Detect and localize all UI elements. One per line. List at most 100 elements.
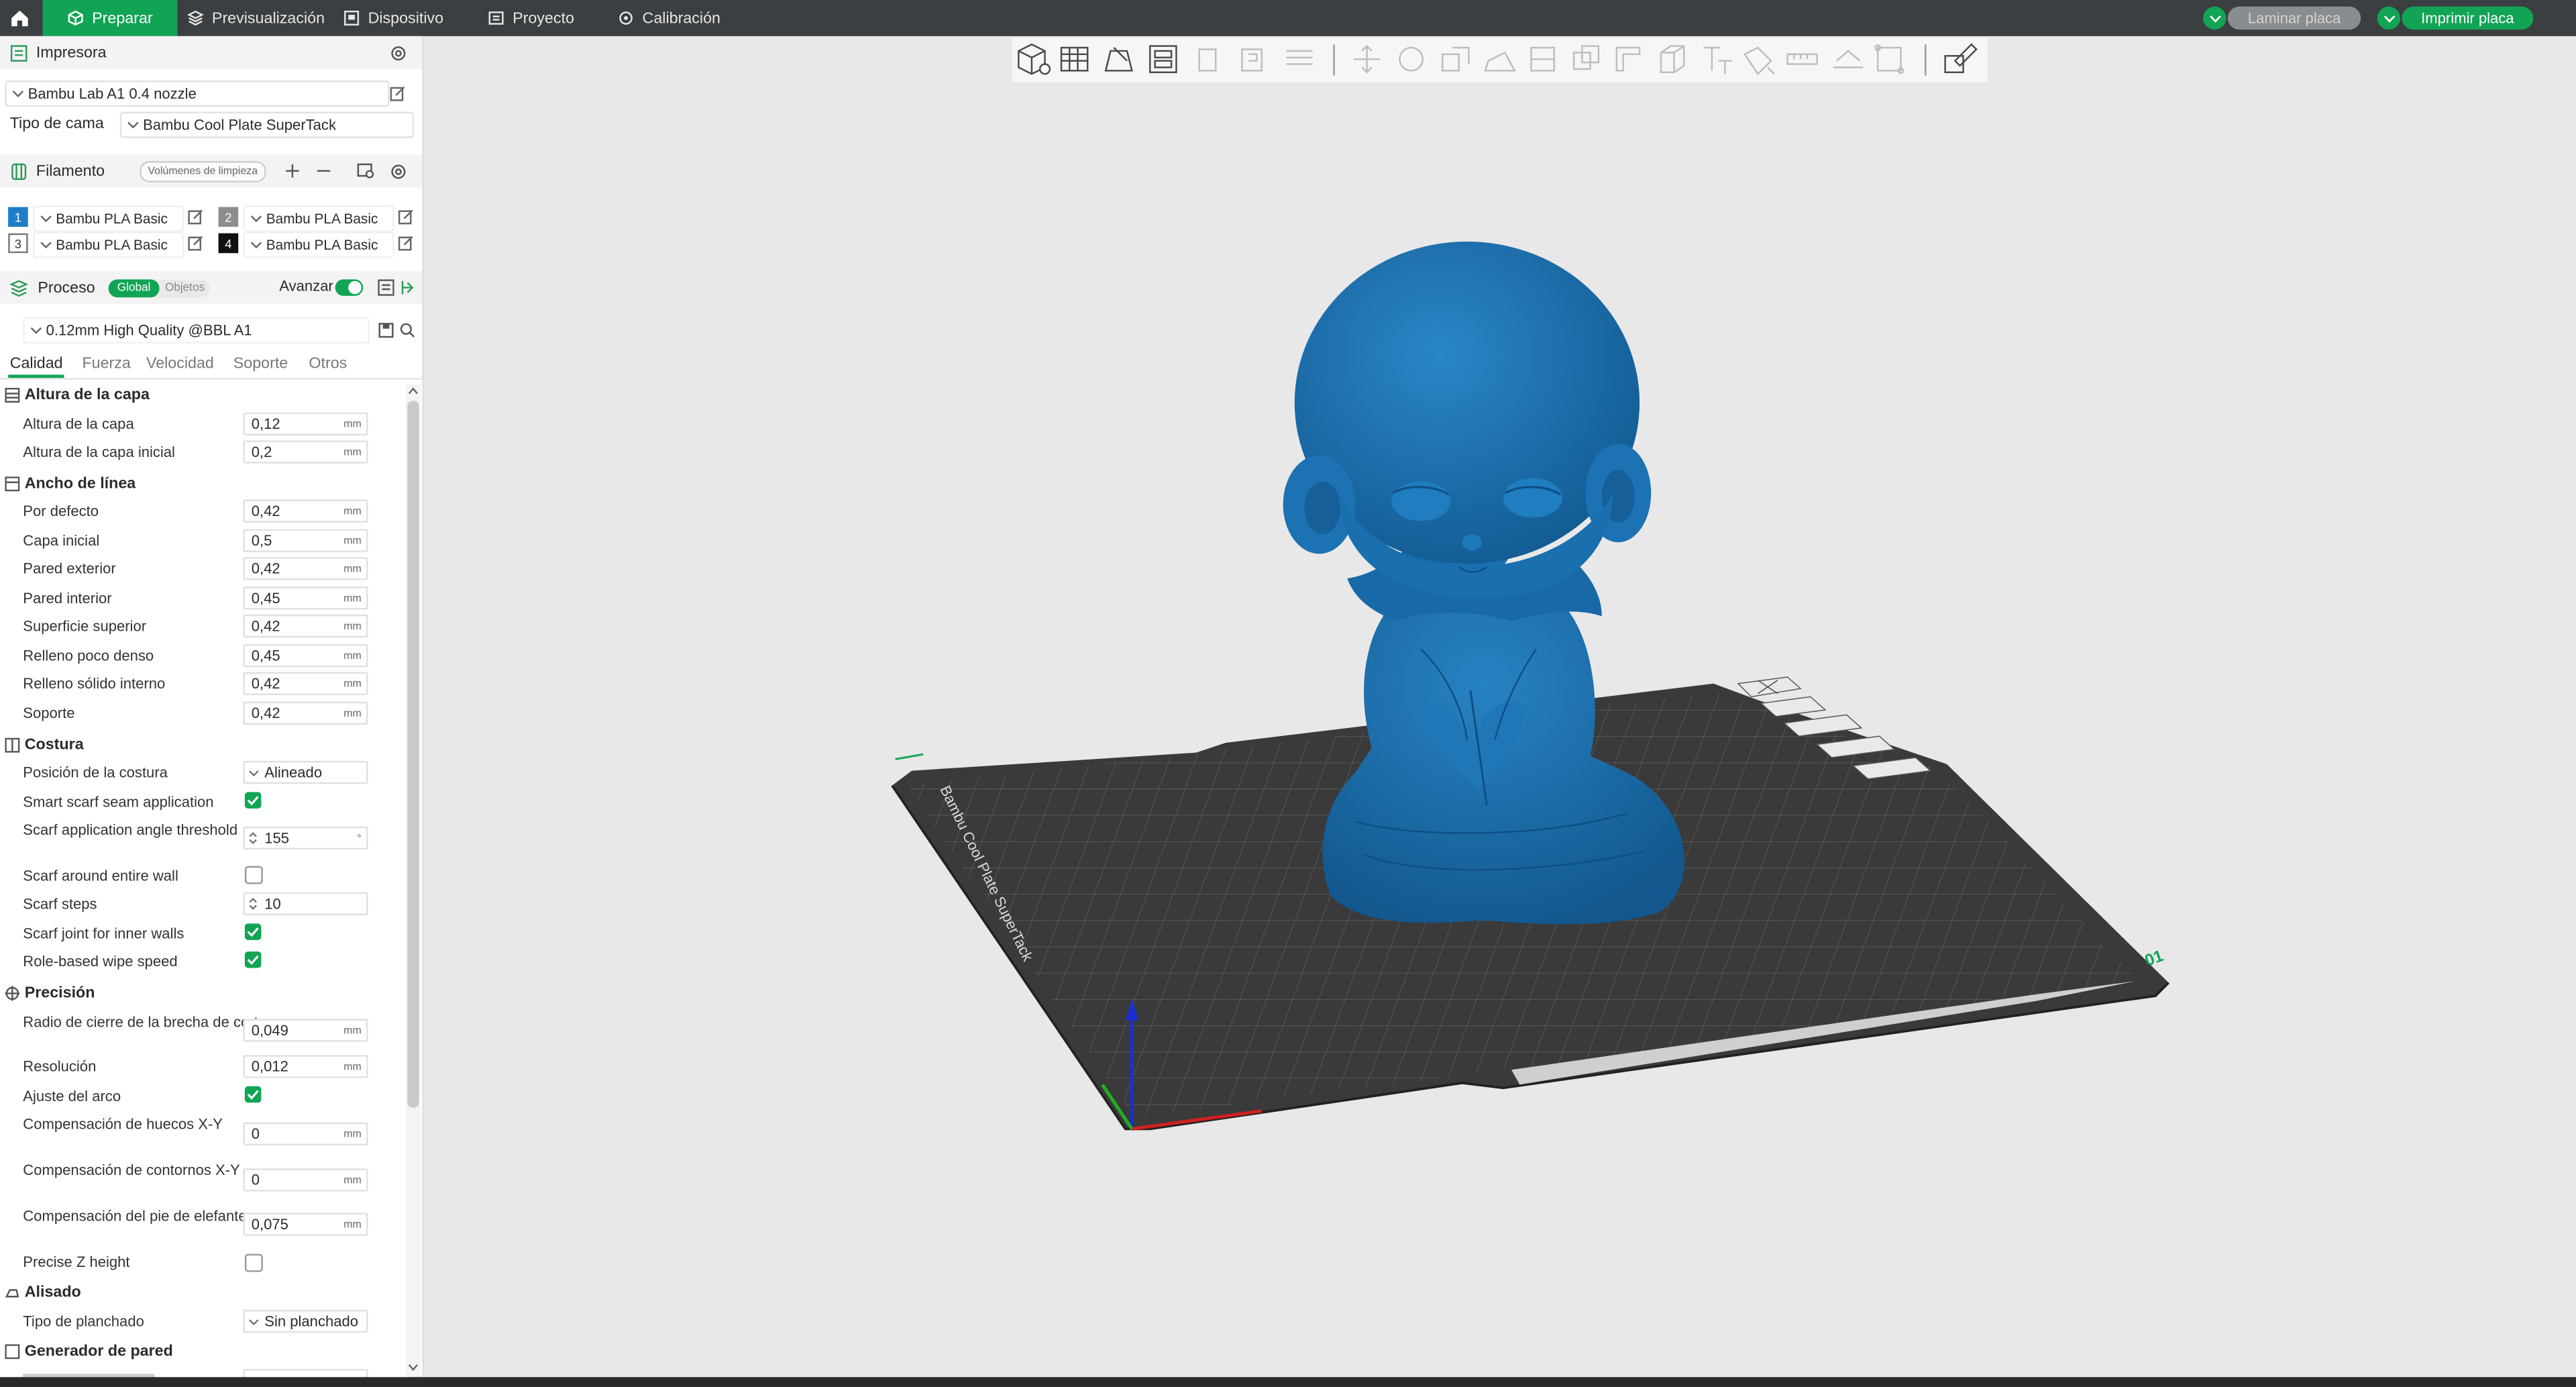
input-resolution[interactable]: 0,012 mm <box>243 1055 368 1078</box>
tab-proyecto[interactable]: Proyecto <box>488 0 574 36</box>
advanced-switch[interactable] <box>335 279 364 296</box>
input-outer-wall[interactable]: 0,42 mm <box>243 557 368 580</box>
input-scarf-angle[interactable]: 155 ° <box>243 826 368 850</box>
split-objects-icon <box>1198 48 1217 72</box>
tab-label: Proyecto <box>513 9 574 28</box>
checkbox-smart-scarf[interactable] <box>244 792 262 809</box>
layers-edit-icon <box>1286 50 1313 65</box>
gear-icon[interactable] <box>389 162 407 181</box>
compare-icon[interactable] <box>399 279 415 295</box>
checkbox-precise-z[interactable] <box>244 1253 263 1272</box>
filament-select-1[interactable]: Bambu PLA Basic <box>32 205 184 232</box>
printer-section-header: Impresora <box>0 36 423 69</box>
input-top-surface[interactable]: 0,42 mm <box>243 614 368 638</box>
add-object-icon[interactable] <box>1018 43 1051 75</box>
filament-slot-1[interactable]: 1 <box>8 207 28 227</box>
input-scarf-steps[interactable]: 10 <box>243 892 368 916</box>
layout-edit-icon[interactable] <box>1944 43 1978 73</box>
list-icon[interactable] <box>378 279 394 296</box>
slice-dropdown[interactable] <box>2203 6 2226 30</box>
print-dropdown[interactable] <box>2377 6 2400 30</box>
filament-slot-2[interactable]: 2 <box>218 207 239 227</box>
top-bar: Preparar Previsualización Dispositivo Pr… <box>0 0 2576 36</box>
filament-section-title: Filamento <box>36 162 105 181</box>
bed-type-select[interactable]: Bambu Cool Plate SuperTack <box>119 111 415 138</box>
toggle-global[interactable]: Global <box>108 279 160 298</box>
tab-dispositivo[interactable]: Dispositivo <box>343 0 443 36</box>
tab-otros[interactable]: Otros <box>309 355 347 373</box>
edit-icon[interactable] <box>398 235 414 251</box>
viewport-toolbar <box>1012 38 1988 83</box>
checkbox-scarf-inner[interactable] <box>244 923 262 940</box>
viewport-3d[interactable]: Bambu Cool Plate SuperTack 01 <box>422 82 2576 1377</box>
input-xy-hole[interactable]: 0 mm <box>243 1122 368 1145</box>
filament-name: Bambu PLA Basic <box>266 210 378 227</box>
auto-orient-icon[interactable] <box>1104 47 1133 72</box>
filament-select-2[interactable]: Bambu PLA Basic <box>243 205 394 232</box>
plus-icon[interactable] <box>284 162 301 178</box>
filament-select-4[interactable]: Bambu PLA Basic <box>243 232 394 258</box>
printer-select[interactable]: Bambu Lab A1 0.4 nozzle <box>5 81 390 107</box>
gear-icon[interactable] <box>389 44 407 62</box>
slice-plate-button[interactable]: Laminar placa <box>2227 6 2361 30</box>
process-preset-select[interactable]: 0.12mm High Quality @BBL A1 <box>23 317 370 344</box>
input-default-width[interactable]: 0,42 mm <box>243 499 368 523</box>
search-icon[interactable] <box>399 322 415 338</box>
seam-paint-icon <box>1660 45 1685 73</box>
calibration-icon <box>619 11 633 25</box>
edit-icon[interactable] <box>389 85 405 101</box>
label-outer-wall: Pared exterior <box>23 560 116 577</box>
input-sparse-infill[interactable]: 0,45 mm <box>243 644 368 668</box>
scroll-up-icon[interactable] <box>407 387 419 397</box>
select-seam-position[interactable]: Alineado <box>243 760 368 784</box>
monk-model[interactable] <box>1283 242 1684 925</box>
plate-close-icon[interactable] <box>1737 676 1802 698</box>
checkmark-icon <box>247 927 259 937</box>
edit-icon[interactable] <box>187 235 203 251</box>
toggle-objects[interactable]: Objetos <box>160 279 211 297</box>
input-solid-infill[interactable]: 0,42 mm <box>243 672 368 695</box>
tab-preparar[interactable]: Preparar <box>42 0 178 36</box>
input-support-width[interactable]: 0,42 mm <box>243 701 368 725</box>
edit-icon[interactable] <box>398 209 414 225</box>
tab-previsualizacion[interactable]: Previsualización <box>187 0 325 36</box>
checkbox-role-wipe[interactable] <box>244 951 262 968</box>
save-icon[interactable] <box>378 322 394 338</box>
sync-icon[interactable] <box>356 162 374 178</box>
lay-on-face-icon <box>1484 51 1517 72</box>
tab-calibracion[interactable]: Calibración <box>618 0 720 36</box>
minus-icon[interactable] <box>315 162 331 178</box>
tab-soporte[interactable]: Soporte <box>233 355 288 373</box>
process-section-header: Proceso Global Objetos Avanzar <box>0 271 423 305</box>
label-scarf-inner: Scarf joint for inner walls <box>23 925 184 942</box>
edit-icon[interactable] <box>187 209 203 225</box>
print-plate-button[interactable]: Imprimir placa <box>2402 6 2534 30</box>
checkbox-scarf-entire-wall[interactable] <box>244 866 263 884</box>
input-slice-gap[interactable]: 0,049 mm <box>243 1019 368 1042</box>
arrange-icon[interactable] <box>1149 45 1177 73</box>
add-plate-icon[interactable] <box>1060 46 1089 72</box>
input-xy-contour[interactable]: 0 mm <box>243 1168 368 1192</box>
input-initial-layer-width[interactable]: 0,5 mm <box>243 529 368 552</box>
checkbox-arc-fitting[interactable] <box>244 1086 262 1103</box>
filament-slot-3[interactable]: 3 <box>8 233 28 254</box>
chevron-down-icon <box>249 770 259 776</box>
group-wall-generator: Generador de pared <box>0 1339 404 1362</box>
tab-fuerza[interactable]: Fuerza <box>82 355 130 373</box>
scroll-down-icon[interactable] <box>407 1362 419 1372</box>
input-initial-layer-height[interactable]: 0,2 mm <box>243 440 368 464</box>
filament-slot-4[interactable]: 4 <box>218 233 239 254</box>
filament-select-3[interactable]: Bambu PLA Basic <box>32 232 184 258</box>
input-inner-wall[interactable]: 0,45 mm <box>243 586 368 610</box>
flush-volumes-button[interactable]: Volúmenes de limpieza <box>140 161 266 183</box>
global-objects-toggle[interactable]: Global Objetos <box>108 279 211 298</box>
label-default-width: Por defecto <box>23 503 99 519</box>
chevron-down-icon <box>40 242 52 249</box>
input-layer-height[interactable]: 0,12 mm <box>243 412 368 435</box>
input-elephant-foot[interactable]: 0,075 mm <box>243 1213 368 1236</box>
select-ironing-type[interactable]: Sin planchado <box>243 1309 368 1333</box>
home-button[interactable] <box>0 0 40 36</box>
tab-calidad[interactable]: Calidad <box>10 355 63 373</box>
tab-velocidad[interactable]: Velocidad <box>146 355 214 373</box>
scrollbar-thumb[interactable] <box>407 401 419 1108</box>
